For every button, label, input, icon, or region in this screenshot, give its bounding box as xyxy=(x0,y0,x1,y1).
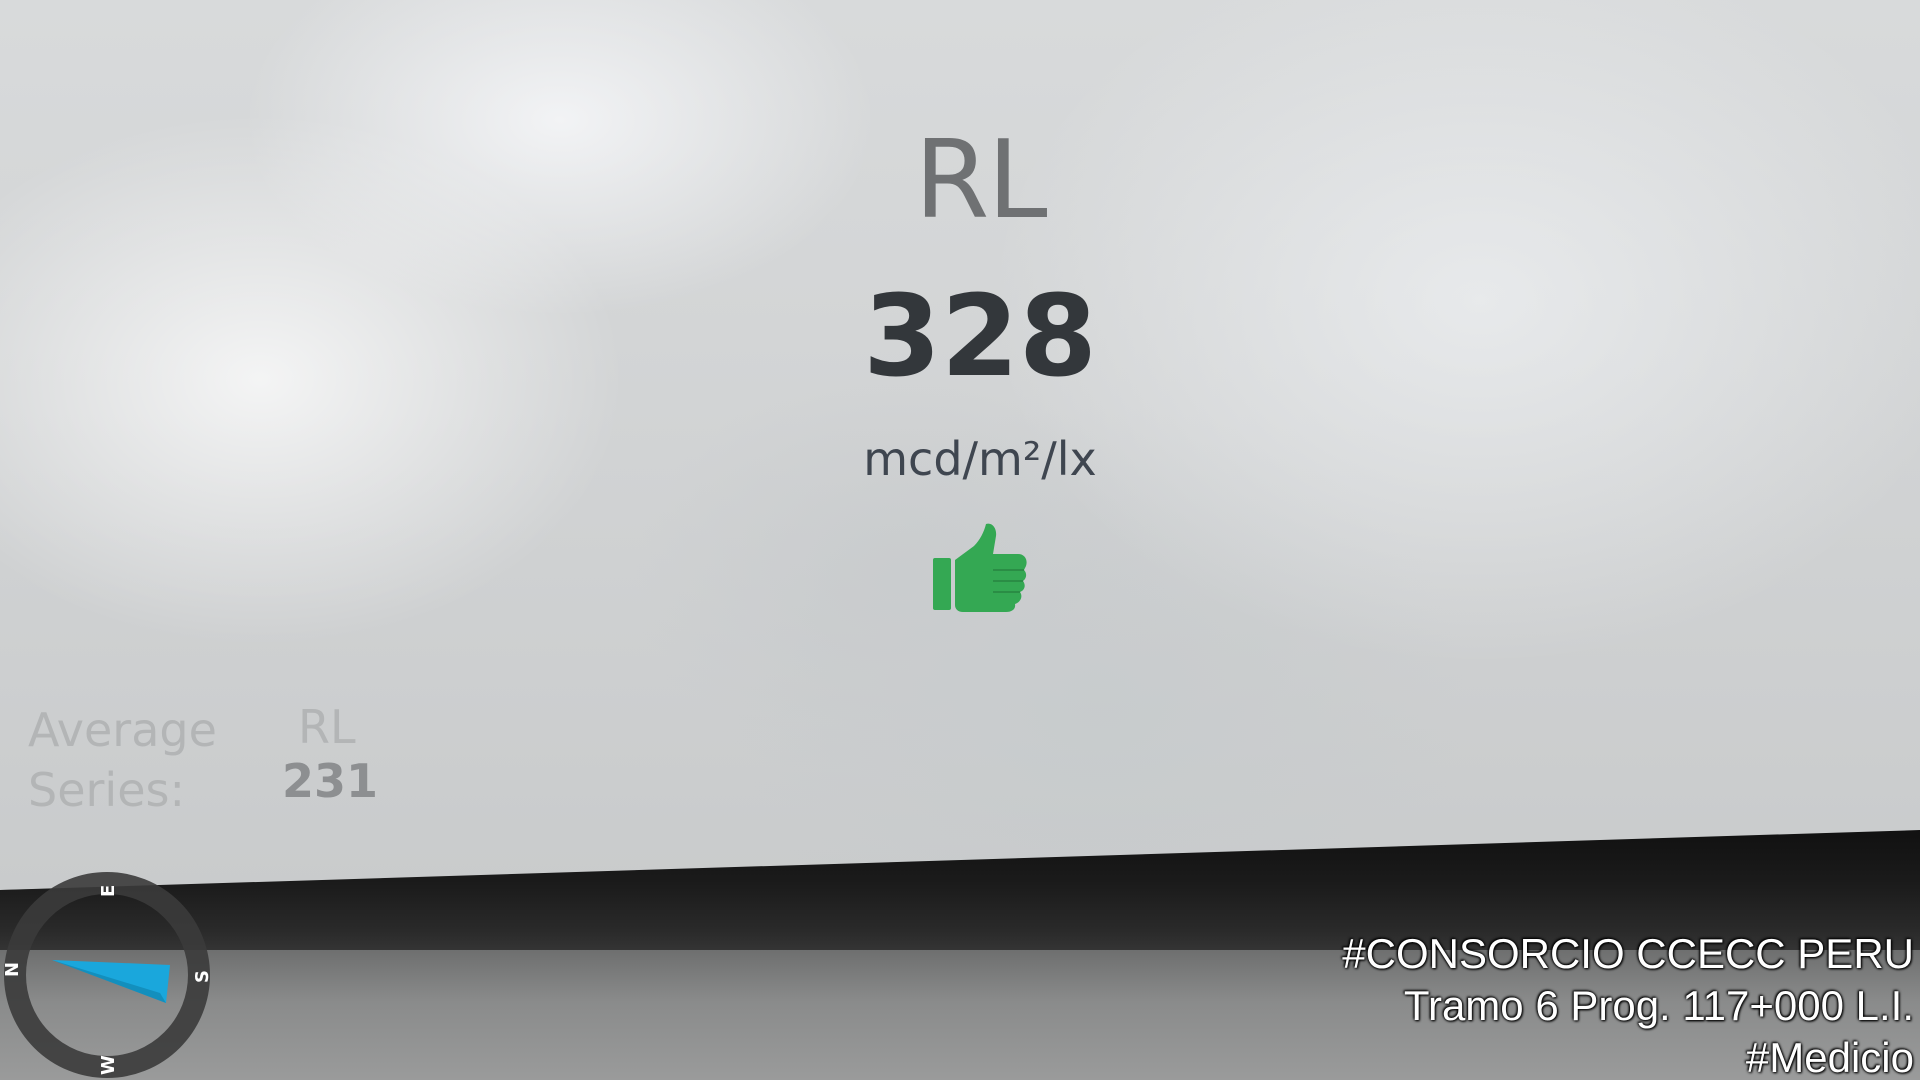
metric-label: RL xyxy=(914,118,1047,243)
average-label-line2: Series: xyxy=(28,763,185,817)
thumbs-up-icon xyxy=(930,520,1030,620)
average-label-line1: Average xyxy=(28,703,217,757)
compass-letter-s: S xyxy=(192,970,213,983)
watermark-line-1: #CONSORCIO CCECC PERU xyxy=(1342,930,1914,977)
average-value: 231 xyxy=(282,754,379,808)
photo: RL 328 mcd/m²/lx Average Series: RL 231 … xyxy=(0,0,1920,1080)
compass-icon: N E S W xyxy=(0,865,215,1080)
metric-unit: mcd/m²/lx xyxy=(863,432,1097,486)
metric-value: 328 xyxy=(863,272,1097,402)
average-metric-label: RL xyxy=(298,700,356,754)
compass-letter-w: W xyxy=(98,1055,119,1075)
compass-letter-e: E xyxy=(98,885,119,897)
average-series-label: Average Series: xyxy=(28,700,217,820)
watermark-line-3: #Medicio xyxy=(1745,1034,1914,1080)
watermark: #CONSORCIO CCECC PERU Tramo 6 Prog. 117+… xyxy=(1342,928,1914,1080)
watermark-line-2: Tramo 6 Prog. 117+000 L.I. xyxy=(1403,982,1914,1029)
compass-letter-n: N xyxy=(2,962,23,977)
